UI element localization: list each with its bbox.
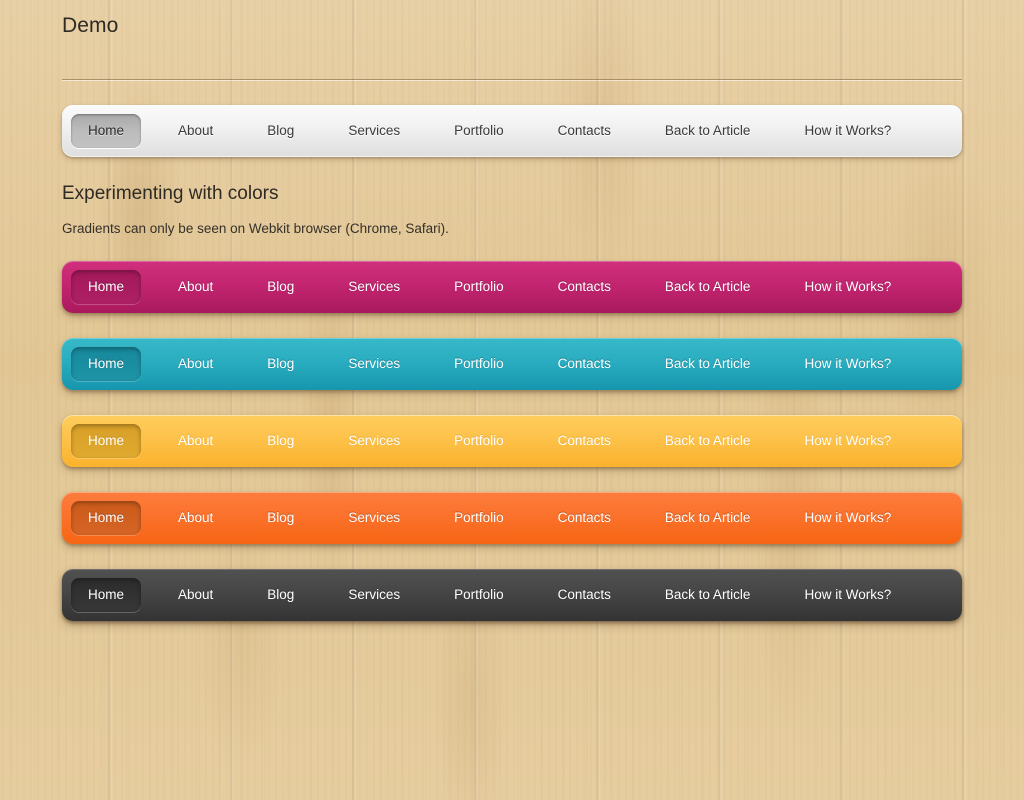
nav-item-about[interactable]: About: [161, 114, 230, 148]
nav-item-how-it-works[interactable]: How it Works?: [787, 424, 908, 458]
nav-item-contacts[interactable]: Contacts: [541, 424, 628, 458]
nav-item-services[interactable]: Services: [331, 270, 417, 304]
nav-item-portfolio[interactable]: Portfolio: [437, 424, 521, 458]
section-heading: Experimenting with colors: [62, 183, 279, 204]
nav-item-blog[interactable]: Blog: [250, 347, 311, 381]
nav-item-home[interactable]: Home: [71, 347, 142, 381]
page-root: Demo Home About Blog Services Portfolio Conta…: [0, 0, 1024, 800]
nav-item-contacts[interactable]: Contacts: [541, 270, 628, 304]
nav-item-blog[interactable]: Blog: [250, 424, 311, 458]
nav-item-portfolio[interactable]: Portfolio: [437, 347, 521, 381]
nav-item-blog[interactable]: Blog: [250, 501, 311, 535]
nav-item-services[interactable]: Services: [331, 114, 417, 148]
navbar-yellow[interactable]: Home About Blog Services Portfolio Contacts Ba…: [62, 415, 962, 467]
nav-item-portfolio[interactable]: Portfolio: [437, 578, 521, 612]
nav-item-how-it-works[interactable]: How it Works?: [787, 114, 908, 148]
nav-item-contacts[interactable]: Contacts: [541, 347, 628, 381]
nav-item-services[interactable]: Services: [331, 578, 417, 612]
nav-item-how-it-works[interactable]: How it Works?: [787, 501, 908, 535]
navbar-dark[interactable]: Home About Blog Services Portfolio Contacts Ba…: [62, 569, 962, 621]
nav-item-home[interactable]: Home: [71, 578, 142, 612]
nav-item-about[interactable]: About: [161, 578, 230, 612]
nav-item-back-to-article[interactable]: Back to Article: [648, 114, 768, 148]
nav-item-how-it-works[interactable]: How it Works?: [787, 270, 908, 304]
nav-item-portfolio[interactable]: Portfolio: [437, 501, 521, 535]
nav-item-portfolio[interactable]: Portfolio: [437, 270, 521, 304]
navbar-pink[interactable]: Home About Blog Services Portfolio Contacts Ba…: [62, 261, 962, 313]
nav-item-about[interactable]: About: [161, 424, 230, 458]
nav-item-home[interactable]: Home: [71, 501, 142, 535]
nav-item-back-to-article[interactable]: Back to Article: [648, 347, 768, 381]
page-title: Demo: [62, 14, 119, 37]
nav-item-back-to-article[interactable]: Back to Article: [648, 578, 768, 612]
nav-item-home[interactable]: Home: [71, 114, 142, 148]
nav-item-portfolio[interactable]: Portfolio: [437, 114, 521, 148]
nav-item-about[interactable]: About: [161, 347, 230, 381]
nav-item-contacts[interactable]: Contacts: [541, 578, 628, 612]
nav-item-blog[interactable]: Blog: [250, 578, 311, 612]
nav-item-about[interactable]: About: [161, 270, 230, 304]
nav-item-back-to-article[interactable]: Back to Article: [648, 424, 768, 458]
nav-item-how-it-works[interactable]: How it Works?: [787, 578, 908, 612]
nav-item-home[interactable]: Home: [71, 424, 142, 458]
navbar-orange[interactable]: Home About Blog Services Portfolio Contacts Ba…: [62, 492, 962, 544]
nav-item-back-to-article[interactable]: Back to Article: [648, 270, 768, 304]
nav-item-services[interactable]: Services: [331, 347, 417, 381]
section-subtitle: Gradients can only be seen on Webkit bro…: [62, 221, 449, 236]
nav-item-services[interactable]: Services: [331, 501, 417, 535]
navbar-teal[interactable]: Home About Blog Services Portfolio Contacts Ba…: [62, 338, 962, 390]
nav-item-about[interactable]: About: [161, 501, 230, 535]
nav-item-contacts[interactable]: Contacts: [541, 114, 628, 148]
nav-item-services[interactable]: Services: [331, 424, 417, 458]
nav-item-blog[interactable]: Blog: [250, 114, 311, 148]
nav-item-home[interactable]: Home: [71, 270, 142, 304]
header-divider: [62, 79, 962, 80]
nav-item-blog[interactable]: Blog: [250, 270, 311, 304]
navbar-default[interactable]: Home About Blog Services Portfolio Contacts Ba…: [62, 105, 962, 157]
nav-item-back-to-article[interactable]: Back to Article: [648, 501, 768, 535]
nav-item-how-it-works[interactable]: How it Works?: [787, 347, 908, 381]
nav-item-contacts[interactable]: Contacts: [541, 501, 628, 535]
